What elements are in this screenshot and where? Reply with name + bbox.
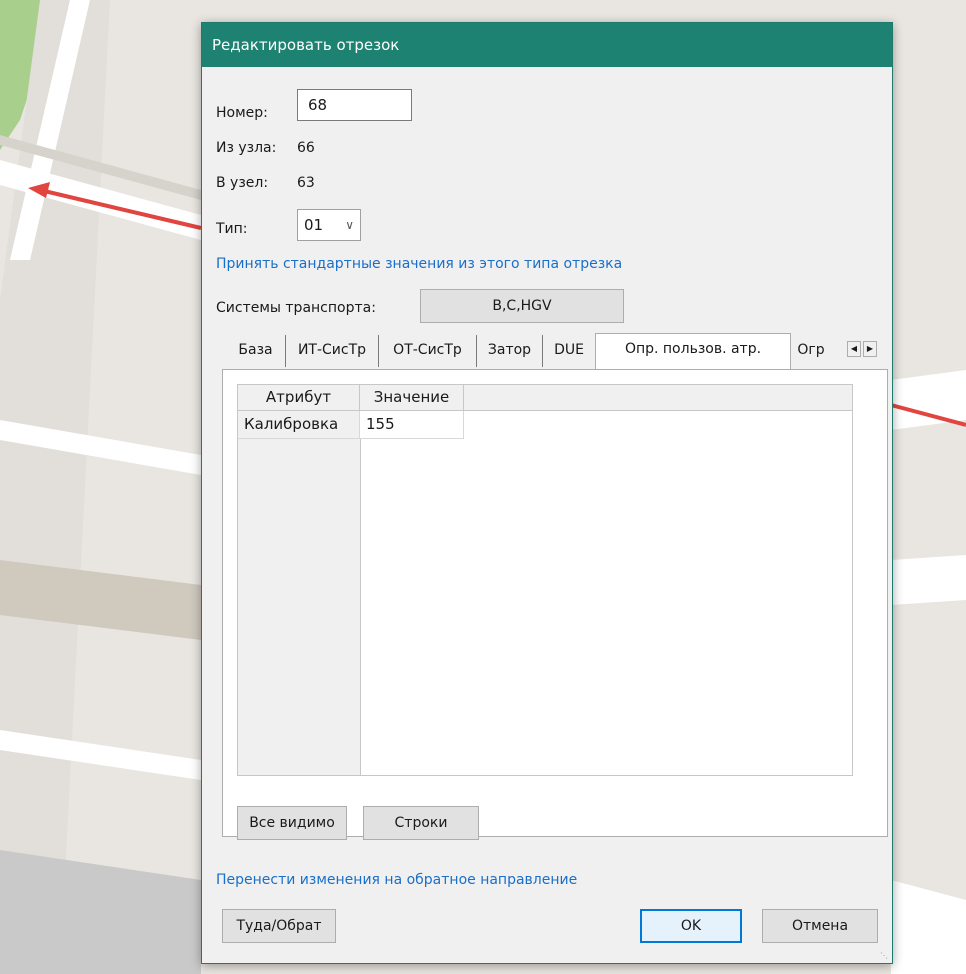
number-input[interactable]: 68 (297, 89, 412, 121)
rows-button[interactable]: Строки (363, 806, 479, 840)
chevron-down-icon: ∨ (345, 218, 354, 232)
tab-scroll-right-icon[interactable]: ▶ (863, 341, 877, 357)
tab-strip: База ИТ-СисТр ОТ-СисТр Затор DUE Опр. по… (222, 333, 888, 371)
number-label: Номер: (216, 105, 268, 121)
tab-base[interactable]: База (226, 335, 286, 367)
user-attributes-panel: Атрибут Значение Калибровка 155 Все види… (222, 369, 888, 840)
tab-scroll-left-icon[interactable]: ◀ (847, 341, 861, 357)
edit-link-dialog: Редактировать отрезок Номер: 68 Из узла:… (201, 22, 893, 964)
resize-grip-icon[interactable]: ⋱ (880, 951, 890, 961)
transport-systems-label: Системы транспорта: (216, 300, 376, 316)
apply-defaults-link[interactable]: Принять стандартные значения из этого ти… (216, 256, 622, 272)
column-header-value[interactable]: Значение (360, 385, 464, 411)
from-node-value: 66 (297, 140, 315, 156)
tab-it-systems[interactable]: ИТ-СисТр (286, 335, 379, 367)
all-visible-button[interactable]: Все видимо (237, 806, 347, 840)
attributes-grid[interactable]: Атрибут Значение Калибровка 155 (237, 384, 853, 776)
transfer-reverse-link[interactable]: Перенести изменения на обратное направле… (216, 872, 577, 888)
type-select[interactable]: 01 ∨ (297, 209, 361, 241)
cell-value[interactable]: 155 (360, 411, 464, 439)
tab-user-defined-attributes[interactable]: Опр. пользов. атр. (595, 333, 791, 369)
tab-due[interactable]: DUE (543, 335, 595, 367)
to-node-value: 63 (297, 175, 315, 191)
ok-button[interactable]: OK (640, 909, 742, 943)
from-node-label: Из узла: (216, 140, 277, 156)
to-node-label: В узел: (216, 175, 269, 191)
transport-systems-button[interactable]: B,C,HGV (420, 289, 624, 323)
column-header-filler (464, 385, 852, 411)
row-header-attribute[interactable]: Калибровка (238, 411, 360, 439)
type-label: Тип: (216, 221, 248, 237)
cancel-button[interactable]: Отмена (762, 909, 878, 943)
column-header-attribute[interactable]: Атрибут (238, 385, 360, 411)
dialog-title: Редактировать отрезок (202, 23, 892, 67)
type-select-value: 01 (304, 216, 324, 234)
tab-ot-systems[interactable]: ОТ-СисТр (379, 335, 477, 367)
row-header-area (238, 439, 361, 775)
there-back-button[interactable]: Туда/Обрат (222, 909, 336, 943)
tab-congestion[interactable]: Затор (477, 335, 543, 367)
tab-restrictions[interactable]: Огр (791, 335, 831, 367)
